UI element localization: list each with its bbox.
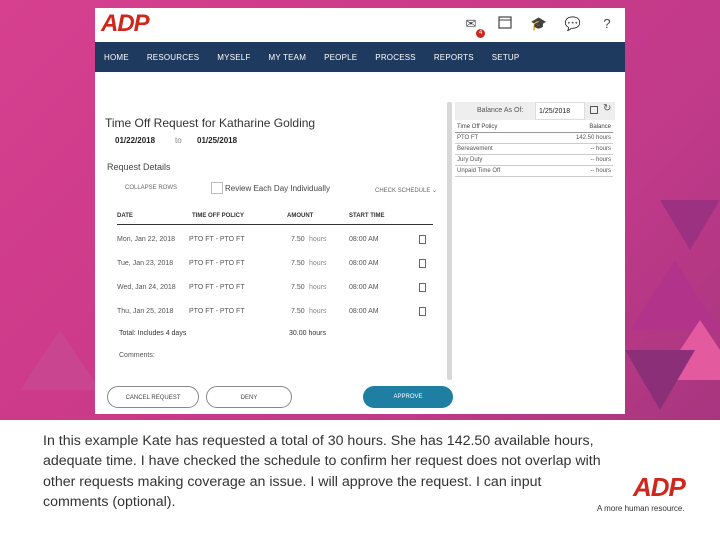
chat-icon[interactable]: 💬 <box>563 14 583 34</box>
collapse-rows-link[interactable]: COLLAPSE ROWS <box>125 185 177 191</box>
calendar-icon[interactable] <box>590 106 598 114</box>
balance-value: -- hours <box>590 146 611 152</box>
row-date: Mon, Jan 22, 2018 <box>117 236 175 243</box>
check-schedule-label: CHECK SCHEDULE <box>375 188 431 194</box>
nav-myself[interactable]: MYSELF <box>208 53 259 62</box>
balance-policy: PTO FT <box>457 135 479 141</box>
row-date: Thu, Jan 25, 2018 <box>117 308 174 315</box>
col-policy: TIME OFF POLICY <box>192 213 244 219</box>
balance-policy: Unpaid Time Off <box>457 168 501 174</box>
footer-adp-logo: ADP <box>633 472 686 502</box>
request-content: Time Off Request for Katharine Golding 0… <box>95 72 625 414</box>
balance-as-of-label: Balance As Of: <box>477 107 524 114</box>
cancel-request-button[interactable]: CANCEL REQUEST <box>107 386 199 408</box>
app-screenshot: ADP ✉ 4 🎓 💬 ? HOME RESOURCES MYSELF MY TE… <box>95 8 625 414</box>
balance-row: Jury Duty -- hours <box>455 155 613 166</box>
balance-value: -- hours <box>590 168 611 174</box>
balance-policy: Bereavement <box>457 146 493 152</box>
top-icons: ✉ 4 🎓 💬 ? <box>461 14 617 38</box>
row-policy: PTO FT - PTO FT <box>189 284 245 291</box>
end-date[interactable]: 01/25/2018 <box>197 136 237 145</box>
help-icon[interactable]: ? <box>597 14 617 34</box>
balance-row: Bereavement -- hours <box>455 144 613 155</box>
total-label: Total: Includes 4 days <box>119 330 187 337</box>
row-policy: PTO FT - PTO FT <box>189 308 245 315</box>
document-icon[interactable] <box>419 283 426 292</box>
row-amount[interactable]: 7.50 <box>291 260 305 267</box>
table-row: Thu, Jan 25, 2018 PTO FT - PTO FT 7.50 h… <box>117 302 433 322</box>
approve-button[interactable]: APPROVE <box>363 386 453 408</box>
date-range-separator: to <box>175 136 182 145</box>
nav-process[interactable]: PROCESS <box>366 53 425 62</box>
adp-logo: ADP <box>101 10 150 37</box>
row-unit: hours <box>309 236 327 243</box>
col-amount: AMOUNT <box>287 213 314 219</box>
page-title: Time Off Request for Katharine Golding <box>105 116 316 130</box>
balance-value: -- hours <box>590 157 611 163</box>
nav-people[interactable]: PEOPLE <box>315 53 366 62</box>
chevron-down-icon: ⌄ <box>432 188 438 194</box>
col-date: DATE <box>117 213 133 219</box>
col-start: START TIME <box>349 213 385 219</box>
check-schedule-link[interactable]: CHECK SCHEDULE ⌄ <box>375 187 437 194</box>
decor-triangle <box>20 330 100 390</box>
table-row: Wed, Jan 24, 2018 PTO FT - PTO FT 7.50 h… <box>117 278 433 298</box>
row-start[interactable]: 08:00 AM <box>349 284 379 291</box>
table-row: Mon, Jan 22, 2018 PTO FT - PTO FT 7.50 h… <box>117 230 433 250</box>
balance-header: Balance As Of: 1/25/2018 ↻ <box>455 102 615 120</box>
row-policy: PTO FT - PTO FT <box>189 260 245 267</box>
refresh-icon[interactable]: ↻ <box>603 103 611 114</box>
balance-table-header: Time Off Policy Balance <box>455 122 613 133</box>
decor-triangle <box>660 200 720 250</box>
scrollbar[interactable] <box>447 102 452 380</box>
footer-tagline: A more human resource. <box>597 504 685 513</box>
nav-setup[interactable]: SETUP <box>483 53 529 62</box>
mail-count-badge: 4 <box>476 29 485 38</box>
main-nav: HOME RESOURCES MYSELF MY TEAM PEOPLE PRO… <box>95 42 625 72</box>
row-amount[interactable]: 7.50 <box>291 236 305 243</box>
balance-date-input[interactable]: 1/25/2018 <box>535 102 585 120</box>
section-title: Request Details <box>107 162 171 172</box>
slide-caption: In this example Kate has requested a tot… <box>43 433 601 510</box>
row-unit: hours <box>309 284 327 291</box>
row-unit: hours <box>309 308 327 315</box>
top-bar: ADP ✉ 4 🎓 💬 ? <box>95 8 625 42</box>
balance-col-policy: Time Off Policy <box>457 124 498 130</box>
table-row: Tue, Jan 23, 2018 PTO FT - PTO FT 7.50 h… <box>117 254 433 274</box>
balance-value: 142.50 hours <box>575 135 611 141</box>
document-icon[interactable] <box>419 259 426 268</box>
nav-reports[interactable]: REPORTS <box>425 53 483 62</box>
comments-label: Comments: <box>119 352 155 359</box>
table-header: DATE TIME OFF POLICY AMOUNT START TIME <box>117 211 433 225</box>
row-start[interactable]: 08:00 AM <box>349 236 379 243</box>
balance-row: PTO FT 142.50 hours <box>455 133 613 144</box>
nav-resources[interactable]: RESOURCES <box>138 53 208 62</box>
total-amount: 30.00 hours <box>289 330 326 337</box>
row-policy: PTO FT - PTO FT <box>189 236 245 243</box>
calendar-icon[interactable] <box>495 14 515 34</box>
row-start[interactable]: 08:00 AM <box>349 260 379 267</box>
balance-policy: Jury Duty <box>457 157 483 163</box>
graduation-cap-icon[interactable]: 🎓 <box>529 14 549 34</box>
row-start[interactable]: 08:00 AM <box>349 308 379 315</box>
document-icon[interactable] <box>419 235 426 244</box>
nav-home[interactable]: HOME <box>95 53 138 62</box>
document-icon[interactable] <box>419 307 426 316</box>
review-each-label: Review Each Day Individually <box>225 184 330 193</box>
balance-col-balance: Balance <box>589 124 611 130</box>
mail-icon[interactable]: ✉ 4 <box>461 14 485 38</box>
review-each-checkbox[interactable] <box>211 182 223 194</box>
row-date: Tue, Jan 23, 2018 <box>117 260 174 267</box>
start-date[interactable]: 01/22/2018 <box>115 136 155 145</box>
row-amount[interactable]: 7.50 <box>291 308 305 315</box>
decor-triangle <box>625 350 695 410</box>
nav-my-team[interactable]: MY TEAM <box>260 53 316 62</box>
row-date: Wed, Jan 24, 2018 <box>117 284 176 291</box>
row-unit: hours <box>309 260 327 267</box>
row-amount[interactable]: 7.50 <box>291 284 305 291</box>
deny-button[interactable]: DENY <box>206 386 292 408</box>
balance-row: Unpaid Time Off -- hours <box>455 166 613 177</box>
